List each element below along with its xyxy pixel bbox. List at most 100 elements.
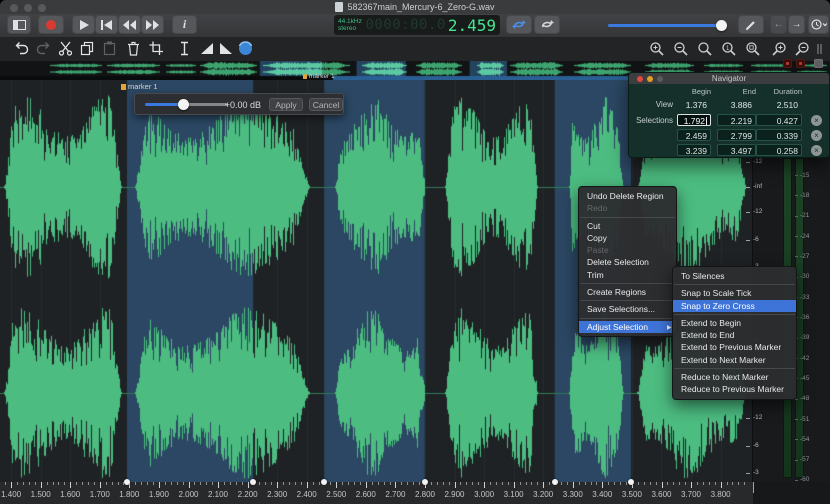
zoom-vertical-out-button[interactable] — [794, 41, 810, 57]
selection-end-cell[interactable]: 2.219 — [717, 114, 756, 126]
record-button[interactable] — [38, 15, 64, 34]
navigator-zoom-icon[interactable] — [657, 76, 663, 82]
zoom-selection-button[interactable] — [745, 41, 761, 57]
marker-1[interactable]: marker 1 — [121, 82, 158, 91]
gain-slider-track[interactable] — [184, 103, 228, 106]
menu-item-extend-to-previous-marker[interactable]: Extend to Previous Marker — [673, 341, 796, 353]
volume-slider-knob[interactable] — [716, 20, 727, 31]
delete-selection-button[interactable]: × — [811, 130, 822, 141]
menu-item-extend-to-end[interactable]: Extend to End — [673, 329, 796, 341]
cancel-button[interactable]: Cancel — [309, 98, 343, 111]
trim-button[interactable] — [149, 41, 165, 57]
selection-duration-cell[interactable]: 0.258 — [756, 144, 802, 156]
ruler-end-mark — [753, 482, 754, 493]
major-tick — [395, 482, 397, 488]
delete-selection-button[interactable]: × — [811, 115, 822, 126]
paste-button[interactable] — [102, 41, 118, 57]
menu-item-redo: Redo — [587, 203, 608, 214]
effects-ball-button[interactable] — [238, 41, 254, 57]
zoom-out-button[interactable] — [673, 41, 689, 57]
menu-item-adjust-selection[interactable]: Adjust Selection ▶ — [579, 320, 676, 333]
history-menu-button[interactable] — [808, 15, 829, 34]
menu-item-save-selections[interactable]: Save Selections... — [579, 303, 676, 315]
sidebar-icon — [12, 19, 26, 30]
meter-settings-icon[interactable] — [814, 59, 823, 68]
meter-scale-label: -48 — [800, 395, 810, 403]
navigator-panel: Navigator Begin End Duration View 1.376 … — [628, 72, 830, 158]
lcd-ghost-digits: 0000:00.0 — [365, 17, 446, 33]
zoom-one-to-one-button[interactable]: 1 — [721, 41, 737, 57]
loop-icon — [512, 20, 526, 29]
selection-edge-handle[interactable] — [628, 479, 634, 485]
selection-begin-cell[interactable]: 3.239 — [677, 144, 711, 156]
menu-item-snap-to-zero-cross[interactable]: Snap to Zero Cross — [673, 299, 796, 312]
timeline-ruler[interactable]: 1.400 1.500 1.600 1.700 1.800 1.900 2.000 2.100… — [0, 482, 753, 504]
selection-begin-cell[interactable]: 2.459 — [677, 129, 711, 141]
rewind-button[interactable] — [118, 15, 141, 34]
lcd-time: 2.459 — [447, 15, 496, 35]
menu-item-trim[interactable]: Trim — [579, 269, 676, 281]
selection-end-cell[interactable]: 2.799 — [717, 129, 756, 141]
sidebar-toggle-button[interactable] — [7, 15, 31, 34]
selection-duration-cell[interactable]: 0.427 — [756, 114, 802, 126]
meter-scale-label: -15 — [800, 171, 810, 179]
fade-out-button[interactable] — [218, 41, 234, 57]
selection-edge-handle[interactable] — [421, 479, 428, 485]
volume-slider[interactable] — [608, 24, 726, 27]
view-duration: 2.510 — [776, 100, 798, 110]
column-duration: Duration — [773, 87, 802, 96]
zoom-vertical-in-button[interactable] — [771, 41, 787, 57]
pencil-button[interactable] — [738, 15, 764, 34]
loop-selection-button[interactable] — [534, 15, 560, 34]
loop-playback-button[interactable] — [506, 15, 532, 34]
menu-item-undo-delete-region[interactable]: Undo Delete Region — [579, 190, 676, 202]
menu-item-cut[interactable]: Cut — [579, 220, 676, 232]
menu-item-reduce-to-previous-marker[interactable]: Reduce to Previous Marker — [673, 383, 796, 395]
navigator-minimize-icon[interactable] — [647, 76, 653, 82]
major-tick — [11, 482, 13, 488]
fade-in-button[interactable] — [200, 41, 216, 57]
menu-item-extend-to-begin[interactable]: Extend to Begin — [673, 317, 796, 329]
marker-tool-button[interactable] — [177, 41, 193, 57]
navigator-titlebar[interactable]: Navigator — [629, 73, 829, 84]
undo-button[interactable] — [14, 41, 30, 57]
menu-item-delete-selection[interactable]: Delete Selection — [579, 256, 676, 268]
selection-edge-handle[interactable] — [551, 479, 558, 485]
gain-slider-knob[interactable] — [178, 99, 189, 110]
menu-item-reduce-to-next-marker[interactable]: Reduce to Next Marker — [673, 371, 796, 383]
selection-edge-handle[interactable] — [124, 479, 130, 485]
zoom-fit-button[interactable] — [697, 41, 713, 57]
copy-button[interactable] — [80, 41, 96, 57]
menu-item-snap-to-scale-tick[interactable]: Snap to Scale Tick — [673, 287, 796, 299]
selection-begin-cell[interactable]: 1.792 — [677, 114, 711, 126]
history-forward-button[interactable]: → — [788, 15, 805, 34]
delete-selection-button[interactable]: × — [811, 145, 822, 156]
redo-button[interactable] — [36, 41, 52, 57]
toolbar-drag-handle[interactable] — [820, 44, 822, 54]
meter-scale-label: -30 — [800, 273, 810, 281]
major-tick — [247, 482, 249, 488]
toolbar-drag-handle[interactable] — [817, 44, 819, 54]
menu-item-copy[interactable]: Copy — [579, 232, 676, 244]
play-button[interactable] — [72, 15, 95, 34]
menu-item-extend-to-next-marker[interactable]: Extend to Next Marker — [673, 354, 796, 366]
cut-button[interactable] — [58, 41, 74, 57]
menu-item-to-silences[interactable]: To Silences — [673, 270, 796, 282]
selection-duration-cell[interactable]: 0.339 — [756, 129, 802, 141]
bottom-right-corner — [753, 482, 830, 504]
go-to-start-button[interactable] — [95, 15, 118, 34]
record-icon — [46, 19, 56, 30]
apply-button[interactable]: Apply — [269, 98, 303, 111]
fast-forward-button[interactable] — [141, 15, 164, 34]
gain-popup: +0.00 dB Apply Cancel — [134, 93, 344, 115]
zoom-in-button[interactable] — [649, 41, 665, 57]
info-button[interactable]: i — [172, 15, 197, 34]
selection-end-cell[interactable]: 3.497 — [717, 144, 756, 156]
delete-button[interactable] — [126, 41, 142, 57]
meter-scale-label: -36 — [800, 313, 810, 321]
navigator-close-icon[interactable] — [637, 76, 643, 82]
overview-marker[interactable]: marker 1 — [303, 73, 335, 80]
history-back-button[interactable]: ← — [770, 15, 787, 34]
major-tick — [218, 482, 219, 488]
menu-item-create-regions[interactable]: Create Regions — [579, 286, 676, 298]
